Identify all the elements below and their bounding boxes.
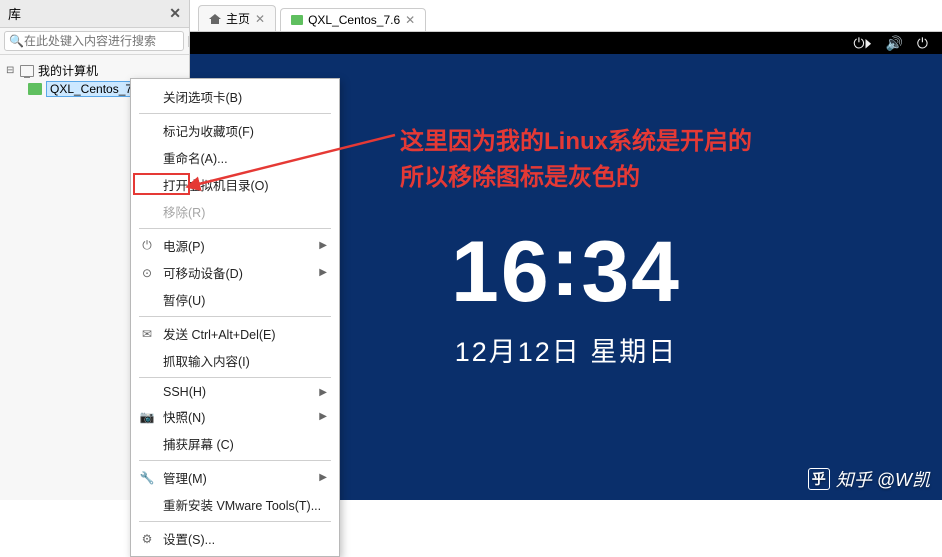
ctx-separator [139,316,331,317]
annotation-highlight-box [133,173,190,195]
computer-icon [20,65,34,77]
search-input[interactable] [24,34,179,48]
library-title: 库 [8,4,21,23]
search-row: 🔍 ▼ [0,28,189,55]
blank-icon [139,385,155,399]
ctx-snapshot[interactable]: 📷 快照(N) ▶ [131,403,339,430]
library-close-icon[interactable]: ✕ [169,5,181,22]
blank-icon [139,90,155,104]
tree-root-label: 我的计算机 [38,62,98,79]
volume-icon[interactable]: 🔊 [885,35,902,52]
send-icon: ✉ [139,327,155,341]
submenu-arrow-icon: ▶ [319,240,327,251]
submenu-arrow-icon: ▶ [319,267,327,278]
ctx-close-tab[interactable]: 关闭选项卡(B) [131,83,339,110]
tab-home-close-icon[interactable]: ✕ [255,12,265,26]
clock-date: 12月12日 星期日 [451,330,681,369]
manage-icon: 🔧 [139,471,155,485]
tree-toggle-icon[interactable]: ⊟ [6,65,16,76]
ctx-separator [139,460,331,461]
search-box[interactable]: 🔍 [4,31,184,51]
annotation-arrow [190,135,400,195]
annotation-text: 这里因为我的Linux系统是开启的 所以移除图标是灰色的 [400,124,752,196]
ctx-manage[interactable]: 🔧 管理(M) ▶ [131,464,339,491]
watermark-text: 知乎 @W凯 [836,466,930,492]
ctx-separator [139,113,331,114]
search-icon: 🔍 [9,34,24,48]
ctx-removable[interactable]: ⊙ 可移动设备(D) ▶ [131,259,339,286]
ctx-settings[interactable]: ⚙ 设置(S)... [131,525,339,552]
blank-icon [139,205,155,219]
submenu-arrow-icon: ▶ [319,472,327,483]
ctx-remove: 移除(R) [131,198,339,225]
clock-time: 16:34 [451,223,681,322]
power-icon[interactable]: ⏻ [917,35,928,52]
library-header: 库 ✕ [0,0,189,28]
power-icon: ⏻ [139,239,155,253]
tab-vm-label: QXL_Centos_7.6 [308,13,400,27]
ctx-ssh[interactable]: SSH(H) ▶ [131,381,339,403]
usb-icon: ⊙ [139,266,155,280]
blank-icon [139,437,155,451]
clock-hours: 16 [451,224,551,320]
blank-icon [139,151,155,165]
zhihu-logo-icon: 乎 [808,468,830,490]
settings-icon: ⚙ [139,532,155,546]
ctx-reinstall-tools[interactable]: 重新安装 VMware Tools(T)... [131,491,339,518]
ctx-separator [139,377,331,378]
vm-icon [28,83,42,95]
network-icon[interactable]: ⏻⏵ [853,35,871,52]
ctx-grab-input[interactable]: 抓取输入内容(I) [131,347,339,374]
tab-vm[interactable]: QXL_Centos_7.6 ✕ [280,8,426,31]
vm-guest-topbar: ⏻⏵ 🔊 ⏻ [190,32,942,54]
home-icon [209,14,221,24]
ctx-separator [139,521,331,522]
vm-tab-icon [291,15,303,25]
watermark: 乎 知乎 @W凯 [808,466,930,492]
snapshot-icon: 📷 [139,410,155,424]
tab-vm-close-icon[interactable]: ✕ [405,13,415,27]
ctx-separator [139,228,331,229]
submenu-arrow-icon: ▶ [319,387,327,398]
ctx-send-cad[interactable]: ✉ 发送 Ctrl+Alt+Del(E) [131,320,339,347]
clock-colon: : [551,217,582,316]
ctx-capture[interactable]: 捕获屏幕 (C) [131,430,339,457]
blank-icon [139,293,155,307]
tab-bar: 主页 ✕ QXL_Centos_7.6 ✕ [190,0,942,32]
annotation-line1: 这里因为我的Linux系统是开启的 [400,124,752,160]
ctx-pause[interactable]: 暂停(U) [131,286,339,313]
ctx-power[interactable]: ⏻ 电源(P) ▶ [131,232,339,259]
tab-home[interactable]: 主页 ✕ [198,5,276,31]
blank-icon [139,124,155,138]
blank-icon [139,354,155,368]
submenu-arrow-icon: ▶ [319,411,327,422]
annotation-line2: 所以移除图标是灰色的 [400,160,752,196]
clock-minutes: 34 [581,224,681,320]
tab-home-label: 主页 [226,10,250,27]
lockscreen-clock: 16:34 12月12日 星期日 [451,223,681,369]
